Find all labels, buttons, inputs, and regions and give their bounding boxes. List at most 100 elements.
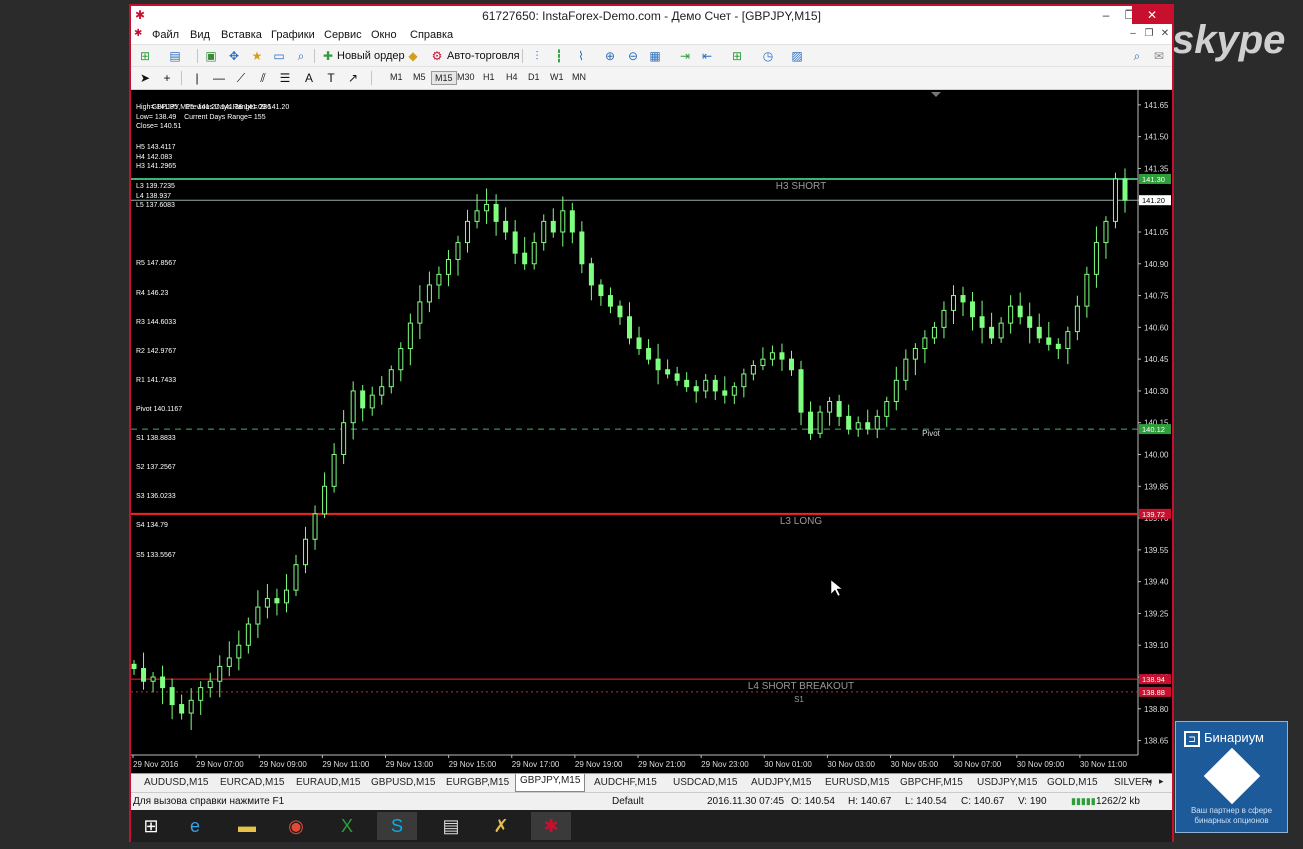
text-label-icon[interactable]: T — [323, 70, 339, 86]
symbol-tab[interactable]: EURAUD,M15 — [292, 776, 364, 791]
timeframe-m15[interactable]: M15 — [431, 71, 457, 85]
channel-icon[interactable]: ⫽ — [255, 70, 271, 86]
menu-bar: ✱ Файл Вид Вставка Графики Сервис Окно С… — [131, 26, 1172, 44]
candle-bull — [379, 386, 385, 396]
indicators-icon[interactable]: ⊞ — [729, 48, 745, 64]
internet-explorer-icon[interactable]: e — [175, 812, 215, 840]
candle-bear — [274, 598, 280, 604]
symbol-tab[interactable]: USDJPY,M15 — [973, 776, 1041, 791]
mdi-restore-button[interactable]: ❐ — [1142, 28, 1156, 39]
text-icon[interactable]: A — [301, 70, 317, 86]
fibonacci-icon[interactable]: ☰ — [277, 70, 293, 86]
timeframe-m30[interactable]: M30 — [454, 71, 478, 83]
title-bar: ✱ 61727650: InstaForex-Demo.com - Демо С… — [131, 6, 1172, 26]
chart-shift-icon[interactable]: ⇤ — [699, 48, 715, 64]
symbol-tab[interactable]: AUDUSD,M15 — [140, 776, 212, 791]
autoscroll-icon[interactable]: ⇥ — [677, 48, 693, 64]
candle-bull — [341, 422, 347, 455]
market-watch-icon[interactable]: ▣ — [203, 48, 219, 64]
tile-windows-icon[interactable]: ▦ — [647, 48, 663, 64]
close-button[interactable]: ✕ — [1132, 6, 1172, 24]
timeframe-m5[interactable]: M5 — [410, 71, 429, 83]
symbol-tabs: AUDUSD,M15 EURCAD,M15 EURAUD,M15 GBPUSD,… — [131, 773, 1172, 792]
chat-icon[interactable]: ✉ — [1151, 48, 1167, 64]
candlestick-icon[interactable]: ┇ — [551, 48, 567, 64]
symbol-tab-active[interactable]: GBPJPY,M15 — [515, 774, 586, 792]
navigator-icon[interactable]: ★ — [249, 48, 265, 64]
candle-bull — [931, 326, 937, 339]
crosshair-icon[interactable]: + — [159, 70, 175, 86]
data-window-icon[interactable]: ✥ — [226, 48, 242, 64]
menu-help[interactable]: Справка — [410, 29, 453, 41]
menu-view[interactable]: Вид — [190, 29, 210, 41]
timeframe-d1[interactable]: D1 — [525, 71, 543, 83]
file-explorer-icon[interactable]: ▬ — [227, 812, 267, 840]
mdi-minimize-button[interactable]: ‒ — [1126, 28, 1140, 39]
symbol-tab[interactable]: EURGBP,M15 — [442, 776, 513, 791]
templates-icon[interactable]: ▨ — [789, 48, 805, 64]
auto-trading-button[interactable]: Авто-торговля — [447, 48, 520, 64]
menu-tools[interactable]: Сервис — [324, 29, 362, 41]
timeframe-m1[interactable]: M1 — [387, 71, 406, 83]
candle-bull — [474, 210, 480, 222]
timeframe-mn[interactable]: MN — [569, 71, 589, 83]
documents-icon[interactable]: ▤ — [431, 812, 471, 840]
price-chart[interactable]: 141.65 141.50 141.35 141.20 141.05 140.90 140.… — [131, 90, 1172, 773]
price-tick-label: 139.25 — [1144, 609, 1169, 618]
horizontal-line-icon[interactable]: — — [211, 70, 227, 86]
new-chart-icon[interactable]: ⊞ — [137, 48, 153, 64]
app-x-icon[interactable]: ✗ — [481, 812, 521, 840]
vertical-line-icon[interactable]: | — [189, 70, 205, 86]
candle-bull — [465, 220, 471, 244]
line-chart-icon[interactable]: ⌇ — [573, 48, 589, 64]
menu-window[interactable]: Окно — [371, 29, 397, 41]
candle-bull — [255, 606, 261, 625]
binarium-banner[interactable]: ⊐ Бинариум Ваш партнер в сфере бинарных о… — [1175, 721, 1288, 833]
skype-taskbar-icon[interactable]: S — [377, 812, 417, 840]
timeframe-h1[interactable]: H1 — [480, 71, 498, 83]
metatrader-taskbar-icon[interactable]: ✱ — [531, 812, 571, 840]
excel-icon[interactable]: X — [327, 812, 367, 840]
tab-scroll-right-icon[interactable]: ▸ — [1159, 776, 1164, 787]
symbol-tab[interactable]: EURCAD,M15 — [216, 776, 288, 791]
metaeditor-icon[interactable]: ◆ — [405, 48, 421, 64]
symbol-tab[interactable]: GOLD,M15 — [1043, 776, 1102, 791]
zoom-in-icon[interactable]: ⊕ — [602, 48, 618, 64]
tab-scroll-left-icon[interactable]: ◂ — [1147, 776, 1152, 787]
periods-icon[interactable]: ◷ — [760, 48, 776, 64]
symbol-tab[interactable]: USDCAD,M15 — [669, 776, 741, 791]
menu-insert[interactable]: Вставка — [221, 29, 262, 41]
camarilla-h-levels: H5 143.4117 H4 142.083 H3 141.2965 — [136, 143, 176, 172]
arrows-icon[interactable]: ↗ — [345, 70, 361, 86]
symbol-tab[interactable]: GBPUSD,M15 — [367, 776, 439, 791]
terminal-icon[interactable]: ▭ — [271, 48, 287, 64]
price-badge-text-pivot: 140.12 — [1142, 425, 1165, 434]
symbol-tab[interactable]: AUDCHF,M15 — [590, 776, 661, 791]
symbol-tab[interactable]: AUDJPY,M15 — [747, 776, 815, 791]
candle-bear — [579, 231, 585, 265]
candle-bear — [646, 348, 652, 360]
strategy-tester-icon[interactable]: ⌕ — [293, 48, 309, 64]
new-order-button[interactable]: Новый ордер — [337, 48, 405, 64]
profiles-icon[interactable]: ▤ — [167, 48, 183, 64]
menu-file[interactable]: Файл — [152, 29, 179, 41]
start-icon[interactable]: ⊞ — [131, 812, 171, 840]
time-tick-label: 30 Nov 07:00 — [954, 760, 1002, 769]
timeframe-w1[interactable]: W1 — [547, 71, 567, 83]
skype-watermark: skype — [1172, 18, 1286, 62]
help-hint: Для вызова справки нажмите F1 — [133, 796, 285, 807]
time-tick-label: 29 Nov 15:00 — [449, 760, 497, 769]
bar-chart-icon[interactable]: ⫶ — [529, 48, 545, 64]
zoom-out-icon[interactable]: ⊖ — [625, 48, 641, 64]
search-icon[interactable]: ⌕ — [1129, 48, 1145, 64]
chrome-icon[interactable]: ◉ — [276, 812, 316, 840]
mdi-close-button[interactable]: ✕ — [1158, 28, 1172, 39]
cursor-icon[interactable]: ➤ — [137, 70, 153, 86]
price-tick-label: 139.85 — [1144, 482, 1169, 491]
trendline-icon[interactable]: ⟋ — [233, 70, 249, 86]
menu-charts[interactable]: Графики — [271, 29, 315, 41]
timeframe-h4[interactable]: H4 — [503, 71, 521, 83]
symbol-tab[interactable]: EURUSD,M15 — [821, 776, 893, 791]
symbol-tab[interactable]: GBPCHF,M15 — [896, 776, 967, 791]
minimize-button[interactable]: ‒ — [1094, 6, 1118, 24]
